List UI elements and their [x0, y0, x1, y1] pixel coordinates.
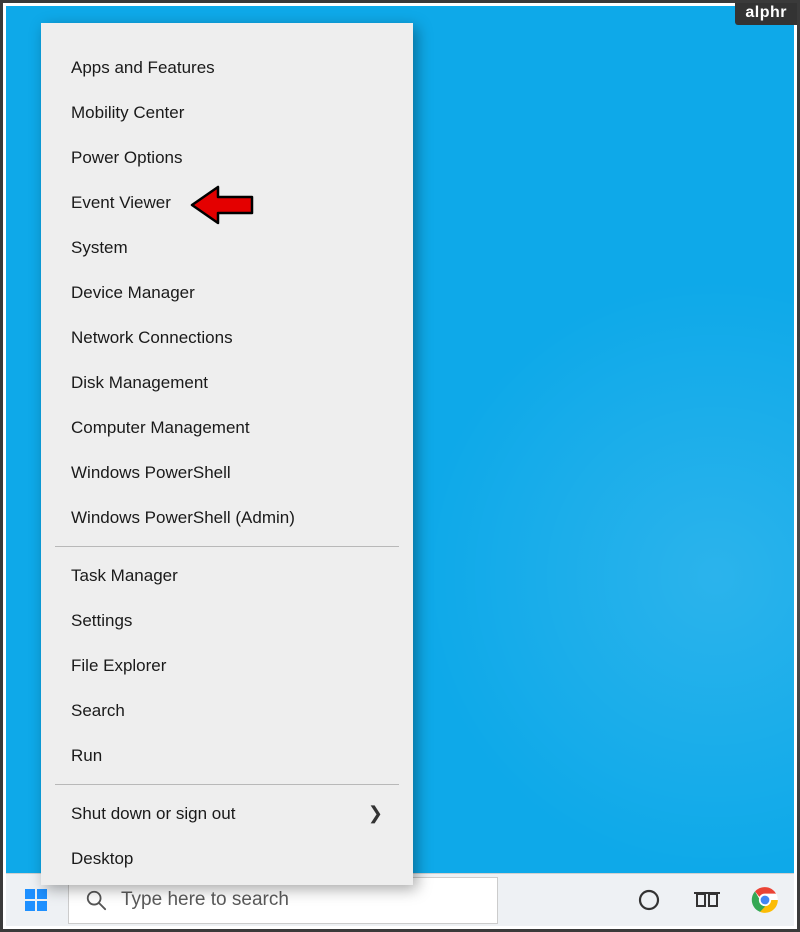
windows-logo-icon [24, 888, 48, 912]
menu-item-label: Search [71, 701, 125, 721]
menu-item-windows-powershell[interactable]: Windows PowerShell [41, 450, 413, 495]
chrome-taskbar-button[interactable] [736, 874, 794, 927]
menu-item-label: Computer Management [71, 418, 250, 438]
menu-item-label: Run [71, 746, 102, 766]
watermark-badge: alphr [735, 3, 797, 25]
menu-item-device-manager[interactable]: Device Manager [41, 270, 413, 315]
menu-separator [55, 546, 399, 547]
menu-item-label: File Explorer [71, 656, 166, 676]
menu-item-label: Disk Management [71, 373, 208, 393]
menu-item-power-options[interactable]: Power Options [41, 135, 413, 180]
task-view-icon [694, 889, 720, 911]
menu-item-label: Windows PowerShell [71, 463, 231, 483]
menu-item-search[interactable]: Search [41, 688, 413, 733]
menu-item-label: Desktop [71, 849, 133, 869]
menu-item-task-manager[interactable]: Task Manager [41, 553, 413, 598]
menu-item-label: Event Viewer [71, 193, 171, 213]
menu-item-windows-powershell-admin[interactable]: Windows PowerShell (Admin) [41, 495, 413, 540]
search-icon [85, 889, 107, 911]
chevron-right-icon: ❯ [368, 803, 383, 824]
menu-item-label: Settings [71, 611, 132, 631]
menu-item-label: Network Connections [71, 328, 233, 348]
menu-item-label: Shut down or sign out [71, 804, 235, 824]
menu-item-disk-management[interactable]: Disk Management [41, 360, 413, 405]
menu-item-mobility-center[interactable]: Mobility Center [41, 90, 413, 135]
menu-item-label: Mobility Center [71, 103, 184, 123]
menu-item-apps-and-features[interactable]: Apps and Features [41, 45, 413, 90]
menu-item-label: Power Options [71, 148, 183, 168]
menu-separator [55, 784, 399, 785]
menu-item-network-connections[interactable]: Network Connections [41, 315, 413, 360]
task-view-button[interactable] [678, 874, 736, 927]
search-placeholder: Type here to search [121, 889, 289, 911]
menu-item-shut-down-or-sign-out[interactable]: Shut down or sign out ❯ [41, 791, 413, 836]
menu-item-settings[interactable]: Settings [41, 598, 413, 643]
menu-item-system[interactable]: System [41, 225, 413, 270]
menu-item-label: Device Manager [71, 283, 195, 303]
menu-item-computer-management[interactable]: Computer Management [41, 405, 413, 450]
menu-item-label: Task Manager [71, 566, 178, 586]
menu-item-run[interactable]: Run [41, 733, 413, 778]
menu-item-label: Apps and Features [71, 58, 215, 78]
menu-item-file-explorer[interactable]: File Explorer [41, 643, 413, 688]
cortana-button[interactable] [620, 874, 678, 927]
menu-item-label: System [71, 238, 128, 258]
winx-context-menu: Apps and Features Mobility Center Power … [41, 23, 413, 885]
chrome-icon [751, 886, 779, 914]
menu-item-desktop[interactable]: Desktop [41, 836, 413, 881]
screenshot-frame: alphr Apps and Features Mobility Center … [0, 0, 800, 932]
menu-item-label: Windows PowerShell (Admin) [71, 508, 295, 528]
circle-ring-icon [637, 888, 661, 912]
menu-item-event-viewer[interactable]: Event Viewer [41, 180, 413, 225]
